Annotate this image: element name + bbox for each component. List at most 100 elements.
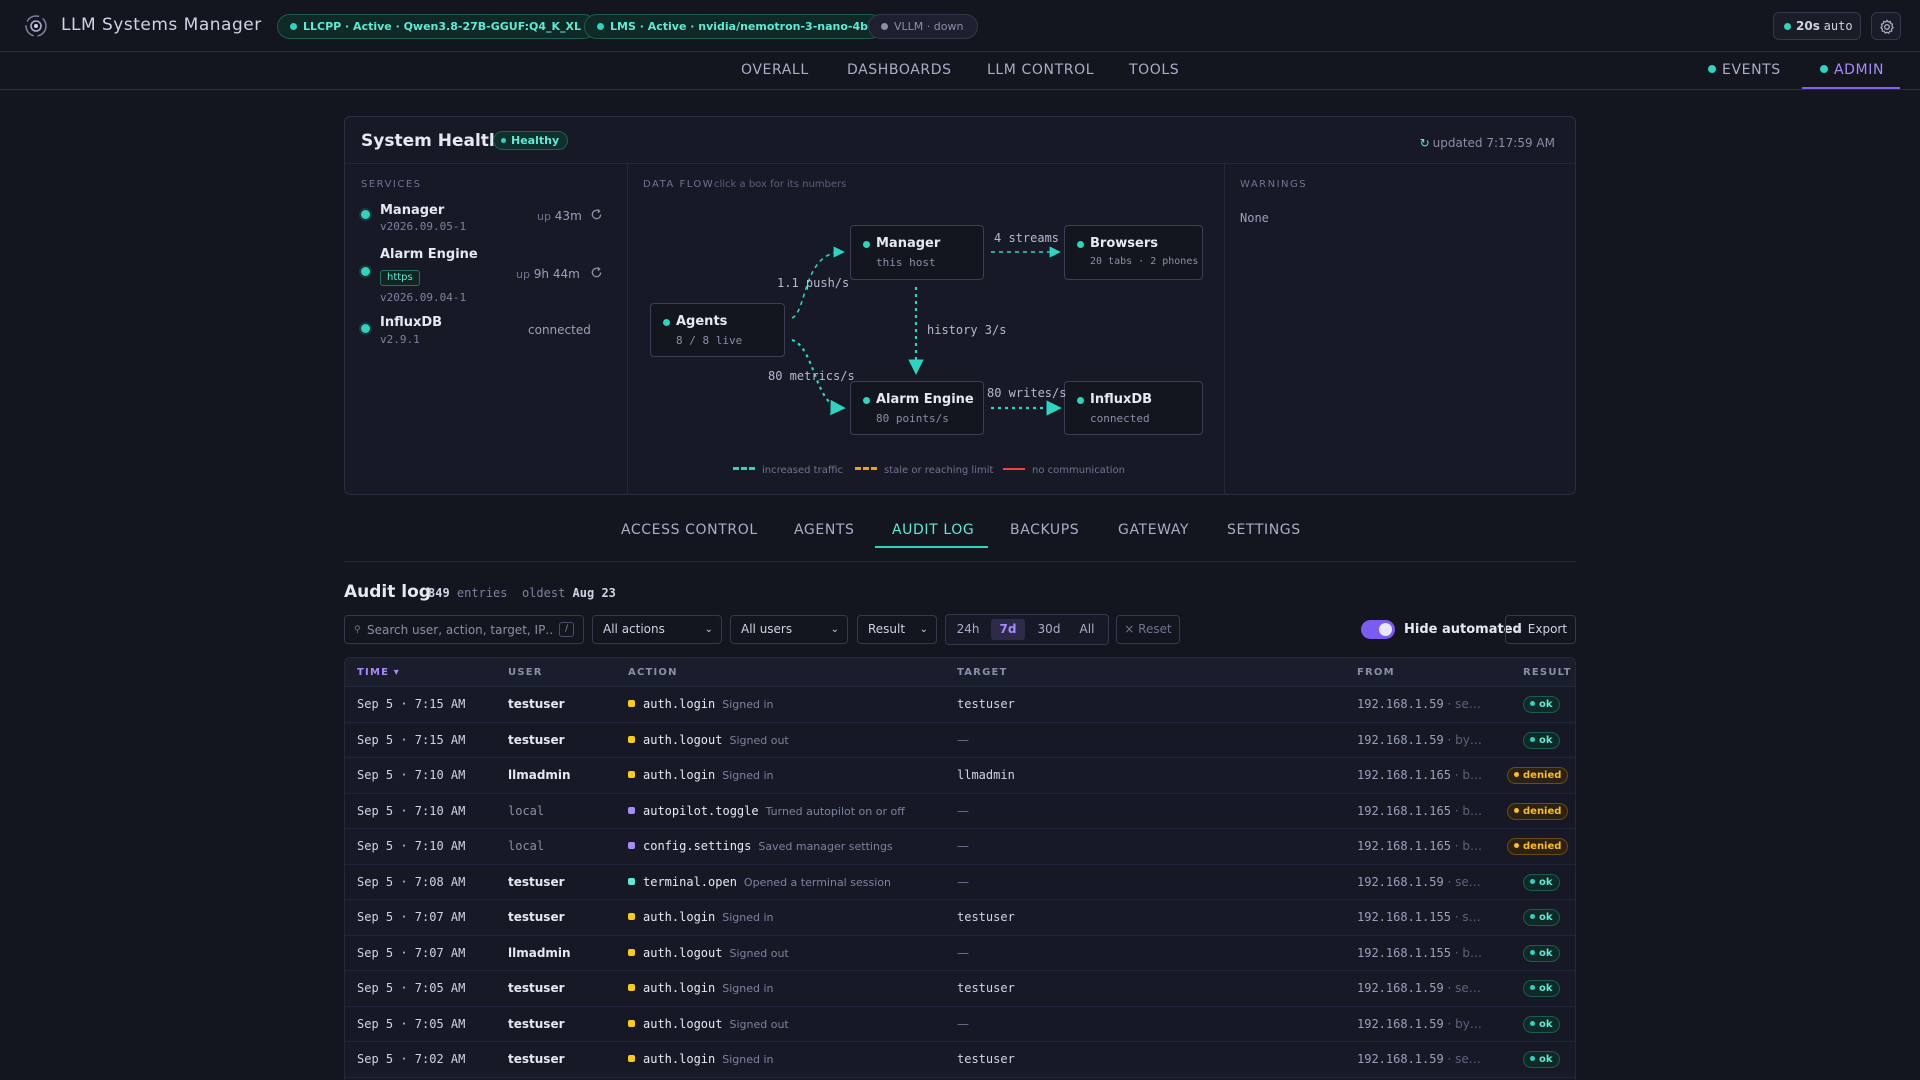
- row-action: auth.logout Signed out: [628, 733, 789, 747]
- table-row[interactable]: Sep 5 · 7:08 AM testuser terminal.open Open…: [345, 864, 1575, 900]
- flow-node-browsers[interactable]: Browsers 20 tabs · 2 phones: [1064, 225, 1203, 280]
- flow-node-alarm-engine[interactable]: Alarm Engine 80 points/s: [850, 381, 984, 435]
- range-all-button[interactable]: All: [1071, 619, 1103, 640]
- row-time: Sep 5 · 7:05 AM: [357, 1016, 466, 1031]
- row-target: —: [957, 1016, 969, 1031]
- nav-events[interactable]: EVENTS: [1708, 62, 1781, 78]
- status-dot-icon: [881, 23, 888, 30]
- row-user: testuser: [508, 1052, 565, 1066]
- table-row[interactable]: Sep 5 · 7:05 AM testuser auth.login Signed …: [345, 971, 1575, 1007]
- result-badge: ok: [1523, 731, 1560, 749]
- search-input[interactable]: [367, 620, 553, 640]
- flow-node-agents[interactable]: Agents 8 / 8 live: [650, 303, 785, 357]
- status-dot-icon: [1784, 23, 1791, 30]
- table-row[interactable]: Sep 5 · 7:15 AM testuser auth.logout Signed…: [345, 722, 1575, 758]
- range-30d-button[interactable]: 30d: [1030, 619, 1068, 640]
- action-category-icon: [628, 1019, 635, 1027]
- nav-dashboards[interactable]: DASHBOARDS: [847, 62, 952, 78]
- lms-status-pill[interactable]: LMS · Active · nvidia/nemotron-3-nano-4b: [584, 14, 884, 39]
- flow-label-writes: 80 writes/s: [987, 386, 1067, 400]
- column-target[interactable]: TARGET: [957, 667, 1008, 678]
- tab-gateway[interactable]: GATEWAY: [1118, 522, 1189, 538]
- tab-access-control[interactable]: ACCESS CONTROL: [621, 522, 758, 538]
- table-row[interactable]: Sep 5 · 7:10 AM local autopilot.toggle Turn…: [345, 793, 1575, 829]
- range-7d-button[interactable]: 7d: [991, 619, 1025, 640]
- chevron-down-icon: ⌄: [919, 624, 928, 635]
- row-action: auth.login Signed in: [628, 910, 774, 924]
- row-target: —: [957, 945, 969, 960]
- top-bar: LLM Systems Manager LLCPP · Active · Qwe…: [0, 0, 1920, 52]
- row-target: llmadmin: [957, 768, 1015, 782]
- table-row[interactable]: Sep 5 · 7:05 AM testuser auth.logout Signed…: [345, 1006, 1575, 1042]
- row-from: 192.168.1.165 · b…: [1357, 839, 1482, 853]
- flow-node-manager[interactable]: Manager this host: [850, 225, 984, 280]
- row-user: testuser: [508, 1016, 565, 1031]
- row-from: 192.168.1.155 · s…: [1357, 910, 1481, 924]
- tab-settings[interactable]: SETTINGS: [1227, 522, 1301, 538]
- users-filter-select[interactable]: All users ⌄: [730, 615, 848, 644]
- nav-admin[interactable]: ADMIN: [1820, 62, 1884, 78]
- flow-node-influxdb[interactable]: InfluxDB connected: [1064, 381, 1203, 435]
- table-row[interactable]: Sep 5 · 7:02 AM testuser auth.login Signed …: [345, 1042, 1575, 1078]
- status-dot-icon: [1530, 949, 1535, 955]
- table-row[interactable]: Sep 5 · 7:10 AM local config.settings Saved…: [345, 829, 1575, 865]
- status-dot-icon: [597, 23, 604, 30]
- row-time: Sep 5 · 7:02 AM: [357, 1052, 466, 1066]
- row-time: Sep 5 · 7:10 AM: [357, 768, 466, 782]
- vllm-status-pill[interactable]: VLLM · down: [868, 14, 979, 39]
- table-row[interactable]: Sep 5 · 7:07 AM testuser auth.login Signed …: [345, 900, 1575, 936]
- reset-filters-button[interactable]: × Reset: [1116, 615, 1180, 644]
- status-dot-icon: [1530, 736, 1535, 742]
- llcpp-status-pill[interactable]: LLCPP · Active · Qwen3.8-27B-GGUF:Q4_K_X…: [277, 14, 597, 39]
- status-dot-icon: [863, 397, 870, 404]
- actions-filter-select[interactable]: All actions ⌄: [592, 615, 722, 644]
- range-24h-button[interactable]: 24h: [951, 619, 985, 640]
- hide-automated-toggle[interactable]: [1361, 620, 1395, 639]
- row-action: config.settings Saved manager settings: [628, 839, 893, 853]
- action-category-icon: [628, 877, 635, 885]
- row-from: 192.168.1.165 · b…: [1357, 768, 1482, 782]
- legend-increased-traffic: increased traffic: [733, 465, 843, 476]
- row-from: 192.168.1.59 · se…: [1357, 1052, 1481, 1066]
- tab-agents[interactable]: AGENTS: [794, 522, 855, 538]
- column-time[interactable]: TIME ▾: [357, 667, 400, 678]
- column-action[interactable]: ACTION: [628, 667, 678, 678]
- audit-search[interactable]: ⚲ /: [344, 615, 584, 644]
- subtab-active-indicator: [875, 546, 988, 548]
- status-dot-icon: [1530, 878, 1535, 884]
- auto-refresh-button[interactable]: 20s auto: [1773, 12, 1861, 40]
- row-action: auth.login Signed in: [628, 981, 774, 995]
- column-user[interactable]: USER: [508, 667, 543, 678]
- shortcut-key: /: [559, 622, 574, 637]
- audit-log-meta: 849 entries oldest Aug 23: [428, 586, 616, 600]
- audit-table: TIME ▾ USER ACTION TARGET FROM RESULT Se…: [344, 657, 1576, 1080]
- nav-active-indicator: [1802, 87, 1900, 89]
- row-user: testuser: [508, 732, 565, 747]
- row-time: Sep 5 · 7:10 AM: [357, 839, 466, 853]
- nav-tools[interactable]: TOOLS: [1129, 62, 1179, 78]
- result-badge: ok: [1523, 980, 1560, 997]
- result-filter-select[interactable]: Result ⌄: [857, 615, 937, 644]
- system-health-card: System Health Healthy ↻ updated 7:17:59 A…: [344, 116, 1576, 495]
- status-dot-icon: [1077, 241, 1084, 248]
- tab-audit-log[interactable]: AUDIT LOG: [892, 522, 974, 538]
- tab-backups[interactable]: BACKUPS: [1010, 522, 1079, 538]
- status-dot-icon: [1514, 807, 1519, 813]
- nav-overall[interactable]: OVERALL: [741, 62, 809, 78]
- action-category-icon: [628, 1055, 635, 1062]
- export-button[interactable]: ↓ Export: [1505, 615, 1576, 644]
- nav-llm-control[interactable]: LLM CONTROL: [987, 62, 1094, 78]
- result-badge: ok: [1523, 1015, 1560, 1033]
- flow-label-push: 1.1 push/s: [777, 276, 850, 290]
- table-row[interactable]: Sep 5 · 7:10 AM llmadmin auth.login Signed …: [345, 758, 1575, 794]
- table-row[interactable]: Sep 5 · 7:07 AM llmadmin auth.logout Signed…: [345, 935, 1575, 971]
- column-from[interactable]: FROM: [1357, 667, 1395, 678]
- column-result[interactable]: RESULT: [1523, 667, 1572, 678]
- settings-button[interactable]: [1871, 12, 1901, 40]
- table-row[interactable]: Sep 5 · 7:15 AM testuser auth.login Signed …: [345, 687, 1575, 723]
- status-dot-icon: [1530, 701, 1535, 706]
- action-category-icon: [628, 913, 635, 920]
- row-from: 192.168.1.165 · b…: [1357, 803, 1482, 818]
- app-title: LLM Systems Manager: [61, 15, 262, 35]
- chevron-down-icon: ⌄: [704, 624, 713, 635]
